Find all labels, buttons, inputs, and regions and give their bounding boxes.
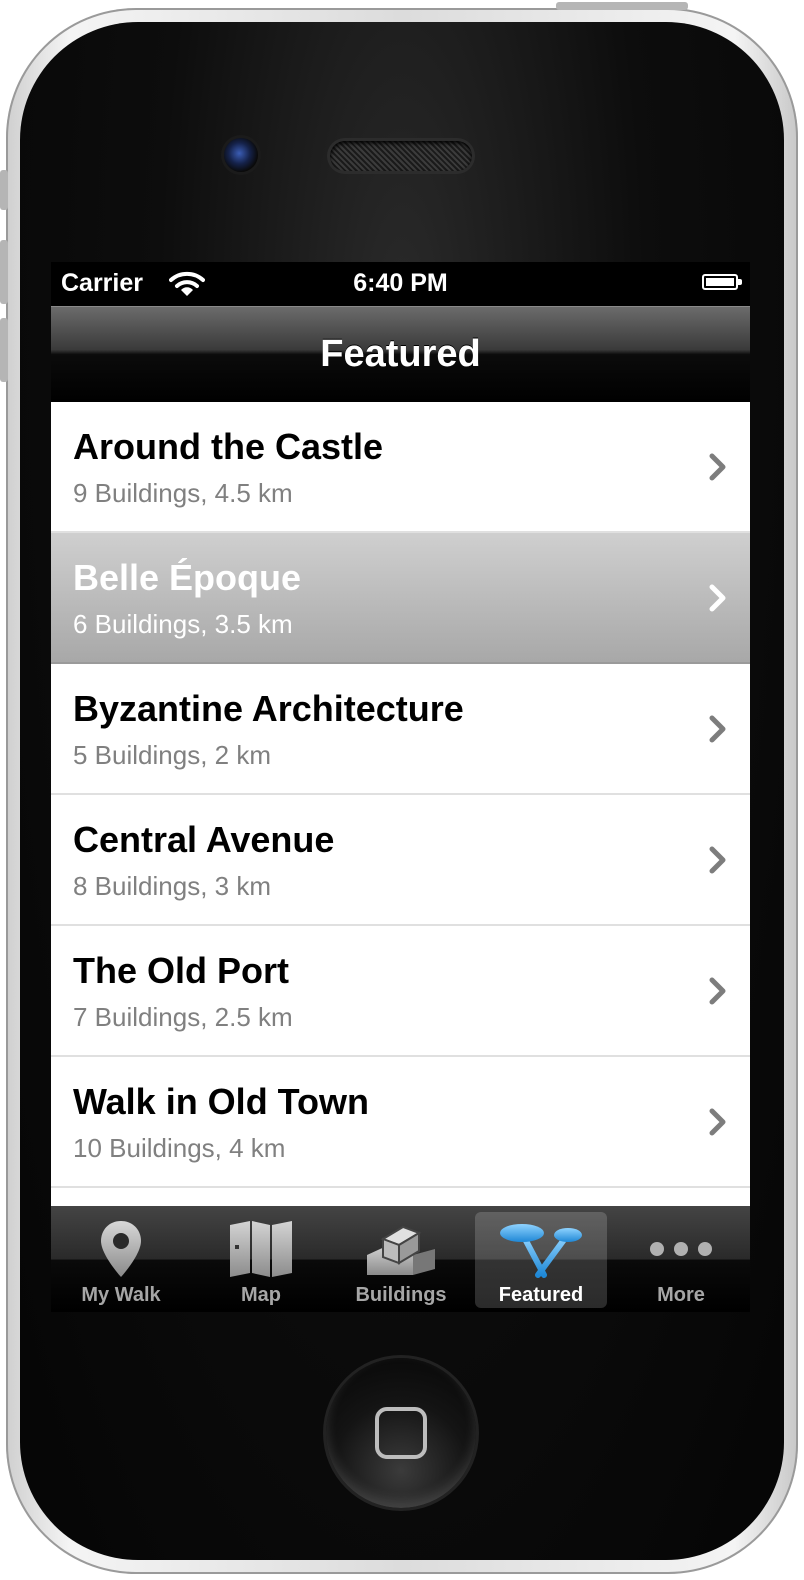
walk-row-the-old-port[interactable]: The Old Port 7 Buildings, 2.5 km [51, 926, 750, 1057]
tab-map[interactable]: Map [195, 1212, 327, 1308]
tab-bar: My Walk Map Buildings Featured More [51, 1206, 750, 1312]
walk-row-belle-epoque[interactable]: Belle Époque 6 Buildings, 3.5 km [51, 533, 750, 664]
walk-title: Central Avenue [73, 819, 335, 860]
navigation-bar: Featured [51, 306, 750, 402]
front-camera [224, 138, 258, 172]
walk-title: Belle Époque [73, 557, 302, 598]
tab-label: My Walk [81, 1284, 161, 1306]
walk-list: Around the Castle 9 Buildings, 4.5 km Be… [51, 402, 750, 1206]
buildings-icon [367, 1225, 435, 1275]
featured-pins-icon [500, 1224, 582, 1278]
walk-subtitle: 10 Buildings, 4 km [73, 1133, 286, 1163]
chevron-right-icon [709, 584, 726, 612]
walk-title: Byzantine Architecture [73, 688, 464, 729]
volume-up-button [0, 240, 8, 304]
tab-label: Buildings [355, 1284, 447, 1306]
walk-subtitle: 9 Buildings, 4.5 km [73, 478, 293, 508]
walk-subtitle: 7 Buildings, 2.5 km [73, 1002, 293, 1032]
tab-my-walk[interactable]: My Walk [55, 1212, 187, 1308]
walk-title: Around the Castle [73, 426, 384, 467]
walk-subtitle: 6 Buildings, 3.5 km [73, 609, 293, 639]
app-screen: Carrier 6:40 PM Featured Around the Cast… [51, 262, 750, 1312]
mute-switch [0, 170, 8, 210]
tab-label: Featured [498, 1284, 584, 1306]
chevron-right-icon [709, 846, 726, 874]
tab-label: Map [241, 1284, 281, 1306]
power-button [556, 2, 688, 10]
tab-label: More [657, 1284, 705, 1306]
folded-map-icon [230, 1221, 292, 1277]
walk-subtitle: 5 Buildings, 2 km [73, 740, 271, 770]
map-pin-icon [101, 1221, 141, 1277]
earpiece-speaker [330, 141, 472, 171]
walk-title: Walk in Old Town [73, 1081, 369, 1122]
more-dots-icon [650, 1242, 712, 1256]
home-button[interactable] [326, 1358, 476, 1508]
tab-featured[interactable]: Featured [475, 1212, 607, 1308]
walk-row-byzantine-architecture[interactable]: Byzantine Architecture 5 Buildings, 2 km [51, 664, 750, 795]
walk-row-central-avenue[interactable]: Central Avenue 8 Buildings, 3 km [51, 795, 750, 926]
chevron-right-icon [709, 453, 726, 481]
chevron-right-icon [709, 977, 726, 1005]
status-time: 6:40 PM [353, 269, 448, 297]
chevron-right-icon [709, 715, 726, 743]
battery-icon [702, 274, 742, 290]
walk-title: The Old Port [73, 950, 289, 991]
status-bar: Carrier 6:40 PM [51, 262, 750, 306]
walk-subtitle: 8 Buildings, 3 km [73, 871, 271, 901]
home-square-icon [375, 1407, 427, 1459]
chevron-right-icon [709, 1108, 726, 1136]
page-title: Featured [320, 333, 481, 375]
tab-buildings[interactable]: Buildings [335, 1212, 467, 1308]
tab-more[interactable]: More [615, 1212, 747, 1308]
walk-row-around-the-castle[interactable]: Around the Castle 9 Buildings, 4.5 km [51, 402, 750, 533]
walk-row-walk-in-old-town[interactable]: Walk in Old Town 10 Buildings, 4 km [51, 1057, 750, 1188]
volume-down-button [0, 318, 8, 382]
